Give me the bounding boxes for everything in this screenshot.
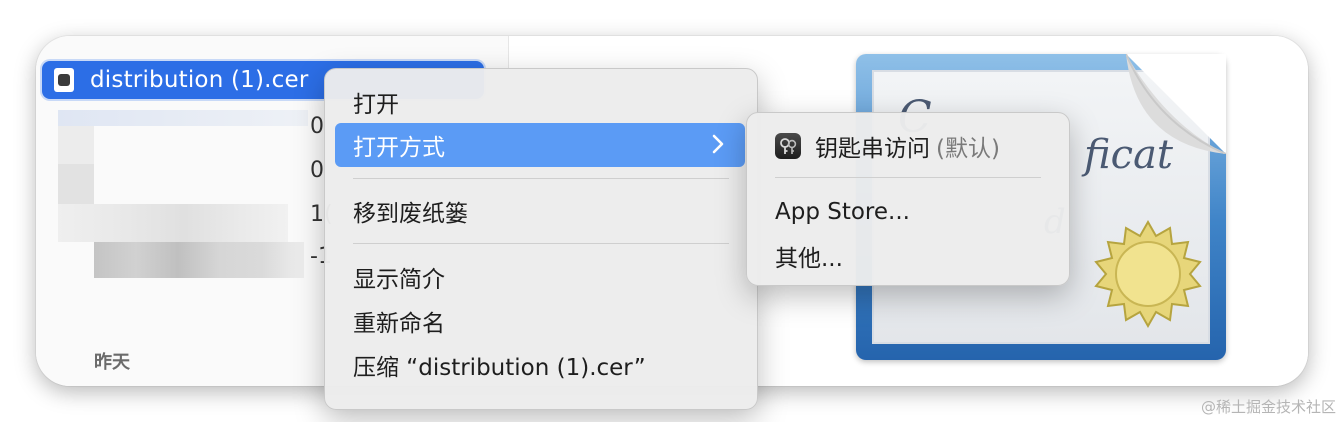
blurred-row <box>58 126 94 164</box>
context-menu: 打开 打开方式 移到废纸篓 显示简介 重新命名 压缩 “distribution… <box>324 68 758 410</box>
submenu-item-label: 钥匙串访问 <box>815 136 930 162</box>
menu-item-label: 打开方式 <box>353 135 445 161</box>
blurred-row <box>58 204 288 242</box>
submenu-item-label: App Store... <box>775 199 910 225</box>
open-with-submenu: 钥匙串访问 (默认) App Store... 其他... <box>746 112 1070 286</box>
blurred-row <box>94 242 304 278</box>
menu-separator <box>353 178 729 179</box>
chevron-right-icon <box>712 134 724 154</box>
submenu-item-other[interactable]: 其他... <box>757 234 1057 278</box>
menu-item-open[interactable]: 打开 <box>335 80 745 124</box>
row-fragment: 0 <box>310 114 324 139</box>
menu-separator <box>775 177 1041 178</box>
menu-item-rename[interactable]: 重新命名 <box>335 299 745 343</box>
default-app-suffix: (默认) <box>936 136 1000 162</box>
certificate-file-icon <box>54 68 74 92</box>
date-group-header: 昨天 <box>94 352 130 373</box>
row-fragment: 0 <box>310 158 324 183</box>
file-name: distribution (1).cer <box>90 67 309 93</box>
menu-item-compress[interactable]: 压缩 “distribution (1).cer” <box>335 343 745 387</box>
menu-item-open-with[interactable]: 打开方式 <box>335 123 745 167</box>
menu-item-label: 移到废纸篓 <box>353 201 468 227</box>
menu-item-label: 重新命名 <box>353 311 445 337</box>
menu-item-label: 显示简介 <box>353 267 445 293</box>
keychain-access-icon <box>775 133 801 159</box>
page-curl-icon <box>1126 54 1226 154</box>
blurred-row <box>58 164 94 204</box>
menu-item-get-info[interactable]: 显示简介 <box>335 255 745 299</box>
submenu-item-label: 其他... <box>775 246 843 272</box>
menu-item-label: 压缩 “distribution (1).cer” <box>353 355 646 381</box>
menu-item-move-to-trash[interactable]: 移到废纸篓 <box>335 189 745 233</box>
menu-item-label: 打开 <box>353 92 399 118</box>
menu-separator <box>353 243 729 244</box>
seal-icon <box>1094 219 1202 329</box>
submenu-item-keychain-access[interactable]: 钥匙串访问 (默认) <box>757 124 1057 168</box>
blurred-row <box>58 110 308 126</box>
watermark: @稀土掘金技术社区 <box>1200 398 1336 416</box>
submenu-item-app-store[interactable]: App Store... <box>757 190 1057 234</box>
